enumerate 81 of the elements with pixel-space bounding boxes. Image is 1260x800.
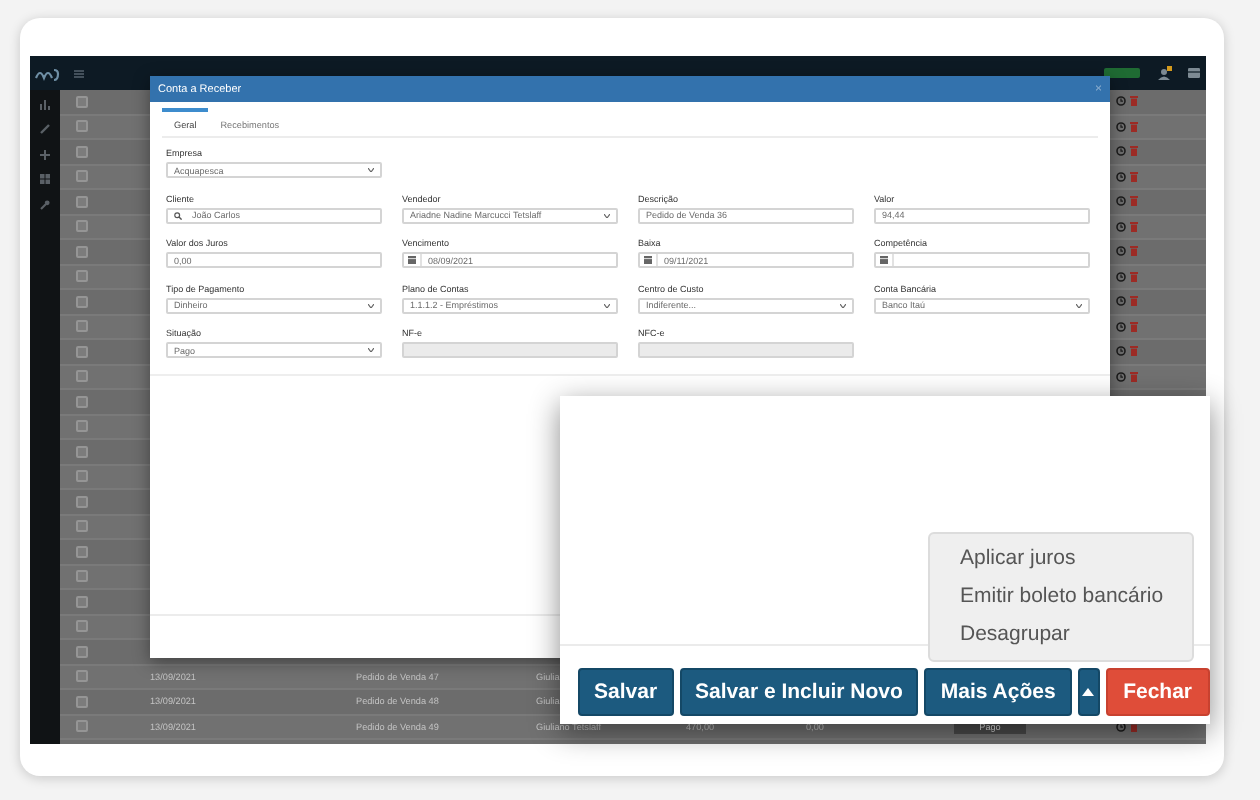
dropdown-toggle[interactable] <box>1077 668 1100 716</box>
checkbox[interactable] <box>76 370 88 383</box>
inbox-icon <box>1188 68 1200 78</box>
checkbox[interactable] <box>76 95 88 108</box>
plus-icon <box>40 149 50 159</box>
clock-icon <box>1116 296 1126 307</box>
checkbox[interactable] <box>76 570 88 583</box>
checkbox[interactable] <box>76 120 88 133</box>
action-button[interactable]: Salvar e Incluir Novo <box>679 668 919 716</box>
trash-icon <box>1129 271 1137 282</box>
logo-icon <box>34 65 60 81</box>
action-button[interactable]: Salvar <box>578 668 674 716</box>
checkbox[interactable] <box>76 145 88 158</box>
caret-icon <box>604 213 610 218</box>
menu-icon <box>74 69 84 77</box>
checkbox[interactable] <box>76 545 88 558</box>
menu-item[interactable]: Aplicar juros <box>930 540 1192 578</box>
checkbox[interactable] <box>76 245 88 258</box>
trash-icon <box>1129 121 1137 132</box>
caret-icon <box>368 168 374 172</box>
checkbox[interactable] <box>76 295 88 308</box>
search-icon <box>173 211 181 220</box>
close-button[interactable]: Fechar <box>1105 668 1210 716</box>
trash-icon <box>1129 321 1137 332</box>
checkbox[interactable] <box>76 670 88 683</box>
trash-icon <box>1129 221 1137 232</box>
checkbox[interactable] <box>76 495 88 508</box>
clock-icon <box>1116 171 1126 182</box>
clock-icon <box>1116 146 1126 157</box>
trash-icon <box>1129 196 1137 207</box>
action-button[interactable]: Mais Ações <box>924 668 1072 716</box>
clock-icon <box>1116 121 1126 132</box>
checkbox[interactable] <box>76 720 88 733</box>
status-badge <box>1104 68 1140 78</box>
caret-icon <box>368 348 374 353</box>
grid-icon <box>40 174 50 184</box>
clock-icon <box>1116 371 1126 382</box>
checkbox[interactable] <box>76 195 88 208</box>
trash-icon <box>1129 146 1137 157</box>
clock-icon <box>1116 721 1126 732</box>
checkbox[interactable] <box>76 395 88 408</box>
checkbox[interactable] <box>76 270 88 283</box>
checkbox[interactable] <box>76 470 88 483</box>
menu-item[interactable]: Desagrupar <box>930 616 1192 654</box>
caret-icon <box>1076 303 1082 308</box>
menu-item[interactable]: Emitir boleto bancário <box>930 578 1192 616</box>
calendar-icon <box>408 256 416 265</box>
caret-icon <box>368 303 374 308</box>
clock-icon <box>1116 246 1126 257</box>
clock-icon <box>1116 96 1126 107</box>
calendar-icon <box>880 256 888 265</box>
clock-icon <box>1116 196 1126 207</box>
trash-icon <box>1129 96 1137 107</box>
checkbox[interactable] <box>76 345 88 358</box>
checkbox[interactable] <box>76 445 88 458</box>
chart-icon <box>40 99 50 109</box>
user-alert-icon <box>1158 66 1172 80</box>
trash-icon <box>1129 246 1137 257</box>
checkbox[interactable] <box>76 170 88 183</box>
trash-icon <box>1129 296 1137 307</box>
checkbox[interactable] <box>76 645 88 658</box>
pencil-icon <box>40 124 50 134</box>
caret-icon <box>604 303 610 308</box>
wrench-icon <box>40 199 50 209</box>
clock-icon <box>1116 321 1126 332</box>
trash-icon <box>1129 346 1137 357</box>
checkbox[interactable] <box>76 320 88 333</box>
clock-icon <box>1116 271 1126 282</box>
checkbox[interactable] <box>76 695 88 708</box>
checkbox[interactable] <box>76 220 88 233</box>
checkbox[interactable] <box>76 620 88 633</box>
clock-icon <box>1116 221 1126 232</box>
trash-icon <box>1129 171 1137 182</box>
date-field[interactable] <box>874 252 1090 269</box>
checkbox[interactable] <box>76 595 88 608</box>
trash-icon <box>1129 371 1137 382</box>
caret-icon <box>840 303 846 308</box>
checkbox[interactable] <box>76 420 88 433</box>
calendar-icon <box>644 256 652 265</box>
clock-icon <box>1116 346 1126 357</box>
checkbox[interactable] <box>76 520 88 533</box>
